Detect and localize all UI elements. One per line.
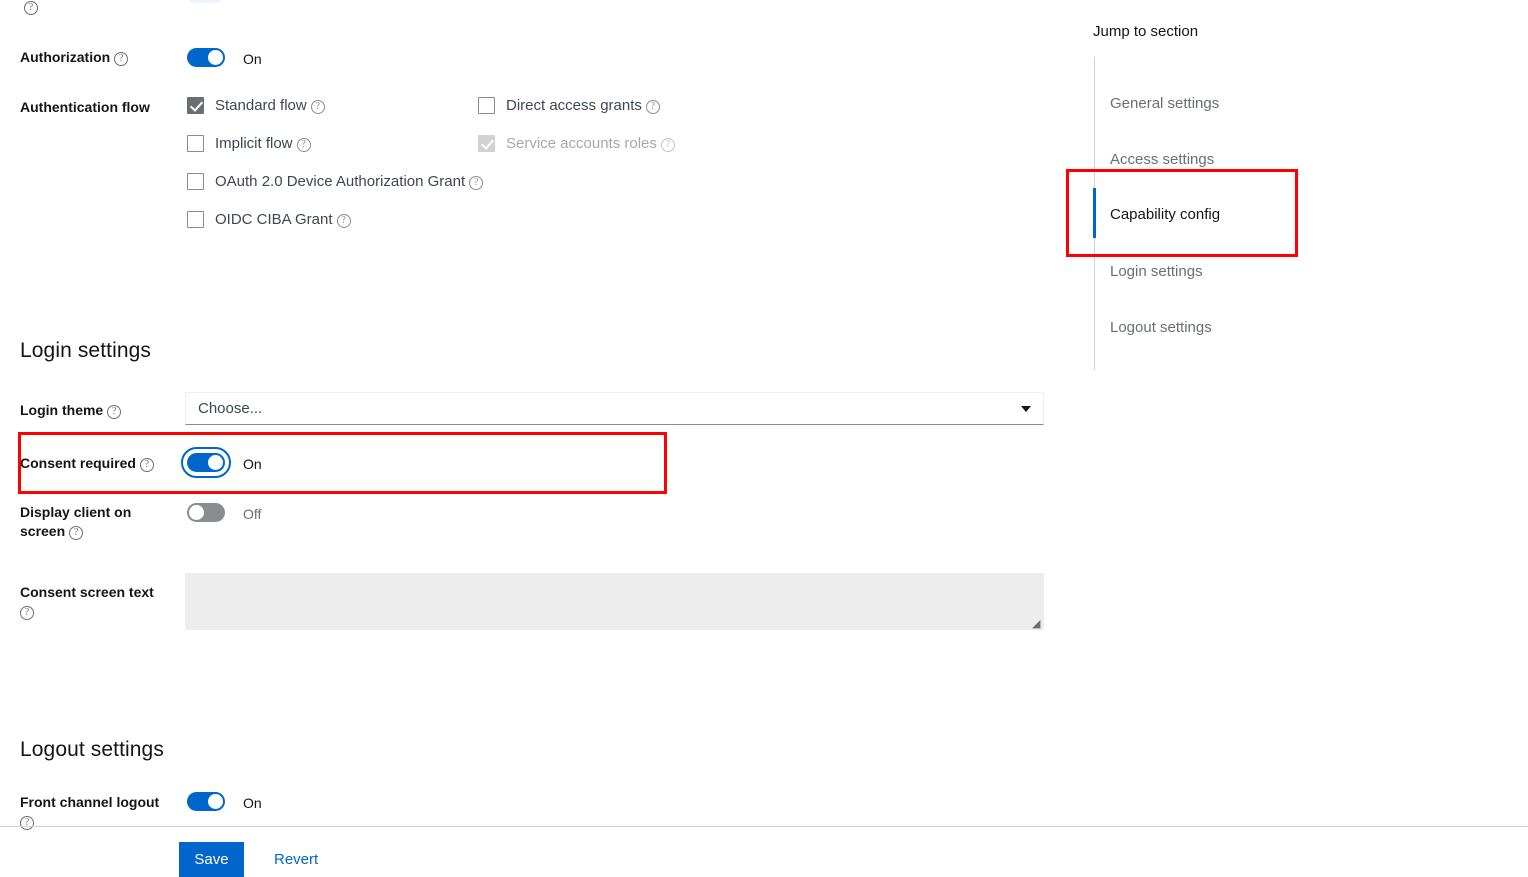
checkbox-box-standard-flow[interactable] [187,97,204,114]
help-icon-implicit-flow[interactable]: ? [296,138,311,152]
checkbox-label-direct-access-grants: Direct access grants? [506,97,660,114]
checkbox-text-service-accounts-roles: Service accounts roles [506,135,657,152]
sidebar-active-indicator [1093,188,1096,238]
checkbox-text-oidc-ciba-grant: OIDC CIBA Grant [215,211,333,228]
help-icon-authorization[interactable]: ? [114,52,129,66]
display-client-on-screen-label: Display client on screen? [20,503,170,541]
authorization-toggle-state: On [243,51,262,67]
display-client-label-line2: screen [20,522,66,539]
cutoff-toggle-above [186,0,224,3]
checkbox-oidc-ciba-grant[interactable]: OIDC CIBA Grant? [187,211,351,228]
front-channel-logout-toggle-knob [208,794,223,809]
checkbox-service-accounts-roles: Service accounts roles? [478,135,675,152]
sidebar-item-access-settings[interactable]: Access settings [1110,151,1214,168]
login-theme-label: Login theme? [20,401,122,420]
checkbox-direct-access-grants[interactable]: Direct access grants? [478,97,660,114]
authentication-flow-label-text: Authentication flow [20,99,150,115]
login-theme-select[interactable]: Choose... [185,392,1044,425]
login-settings-heading: Login settings [20,339,151,362]
help-icon-display-client-on-screen[interactable]: ? [69,525,84,540]
help-icon-login-theme[interactable]: ? [107,405,122,419]
help-icon-cutoff-top[interactable]: ? [24,1,38,15]
checkbox-label-standard-flow: Standard flow? [215,97,325,114]
sidebar-item-logout-settings[interactable]: Logout settings [1110,319,1212,336]
authentication-flow-label: Authentication flow [20,98,150,117]
help-icon-standard-flow[interactable]: ? [310,100,325,114]
authorization-toggle[interactable] [187,48,225,67]
revert-button[interactable]: Revert [274,851,318,868]
display-client-on-screen-toggle-knob [189,505,204,520]
checkbox-text-standard-flow: Standard flow [215,97,307,114]
consent-screen-text-label: Consent screen text ? [20,583,180,621]
checkbox-box-oidc-ciba-grant[interactable] [187,211,204,228]
checkbox-box-implicit-flow[interactable] [187,135,204,152]
checkbox-standard-flow[interactable]: Standard flow? [187,97,325,114]
checkbox-text-implicit-flow: Implicit flow [215,135,293,152]
front-channel-logout-toggle-state: On [243,795,262,811]
checkbox-label-implicit-flow: Implicit flow? [215,135,311,152]
help-icon-consent-screen-text[interactable]: ? [20,605,34,620]
help-icon-oauth-device-authorization-grant[interactable]: ? [469,176,484,190]
checkbox-label-oauth-device-authorization-grant: OAuth 2.0 Device Authorization Grant? [215,173,484,190]
checkbox-oauth-device-authorization-grant[interactable]: OAuth 2.0 Device Authorization Grant? [187,173,484,190]
checkbox-label-oidc-ciba-grant: OIDC CIBA Grant? [215,211,351,228]
consent-screen-text-label-text: Consent screen text [20,584,154,600]
checkbox-implicit-flow[interactable]: Implicit flow? [187,135,311,152]
display-client-on-screen-toggle-state: Off [243,506,262,522]
help-icon-oidc-ciba-grant[interactable]: ? [336,214,351,228]
sidebar-item-general-settings[interactable]: General settings [1110,95,1219,112]
consent-required-toggle-state: On [243,456,262,472]
chevron-down-icon[interactable] [1021,405,1031,412]
help-icon-direct-access-grants[interactable]: ? [645,100,660,114]
checkbox-box-service-accounts-roles [478,135,495,152]
front-channel-logout-label-text: Front channel logout [20,794,160,810]
consent-required-label: Consent required? [20,454,154,473]
checkbox-box-oauth-device-authorization-grant[interactable] [187,173,204,190]
authorization-toggle-knob [208,50,223,65]
login-theme-select-value: Choose... [198,400,263,417]
help-icon-front-channel-logout[interactable]: ? [20,815,34,830]
consent-required-toggle[interactable] [181,447,231,478]
front-channel-logout-toggle[interactable] [187,792,225,811]
display-client-on-screen-toggle[interactable] [187,503,225,522]
jump-to-section-title: Jump to section [1093,23,1199,40]
checkbox-text-oauth-device-authorization-grant: OAuth 2.0 Device Authorization Grant [215,173,466,190]
display-client-label-line1: Display client on [20,504,132,520]
consent-required-label-text: Consent required [20,455,136,471]
consent-required-toggle-knob [208,455,223,470]
logout-settings-heading: Logout settings [20,738,164,761]
checkbox-box-direct-access-grants[interactable] [478,97,495,114]
sidebar-item-login-settings[interactable]: Login settings [1110,263,1203,280]
authorization-label-text: Authorization [20,49,111,65]
sidebar-item-capability-config[interactable]: Capability config [1110,206,1220,223]
authorization-label: Authorization? [20,48,129,67]
client-settings-page: ? Authorization? On Authentication flow … [0,0,1528,877]
checkbox-label-service-accounts-roles: Service accounts roles? [506,135,675,152]
login-theme-label-text: Login theme [20,402,104,418]
help-icon-service-accounts-roles[interactable]: ? [660,138,675,152]
footer-divider [0,826,1528,827]
consent-screen-text-input[interactable] [185,573,1044,630]
textarea-resize-handle[interactable]: ◢ [1032,619,1040,630]
checkbox-text-direct-access-grants: Direct access grants [506,97,642,114]
save-button[interactable]: Save [179,842,244,877]
help-icon-consent-required[interactable]: ? [139,458,154,472]
